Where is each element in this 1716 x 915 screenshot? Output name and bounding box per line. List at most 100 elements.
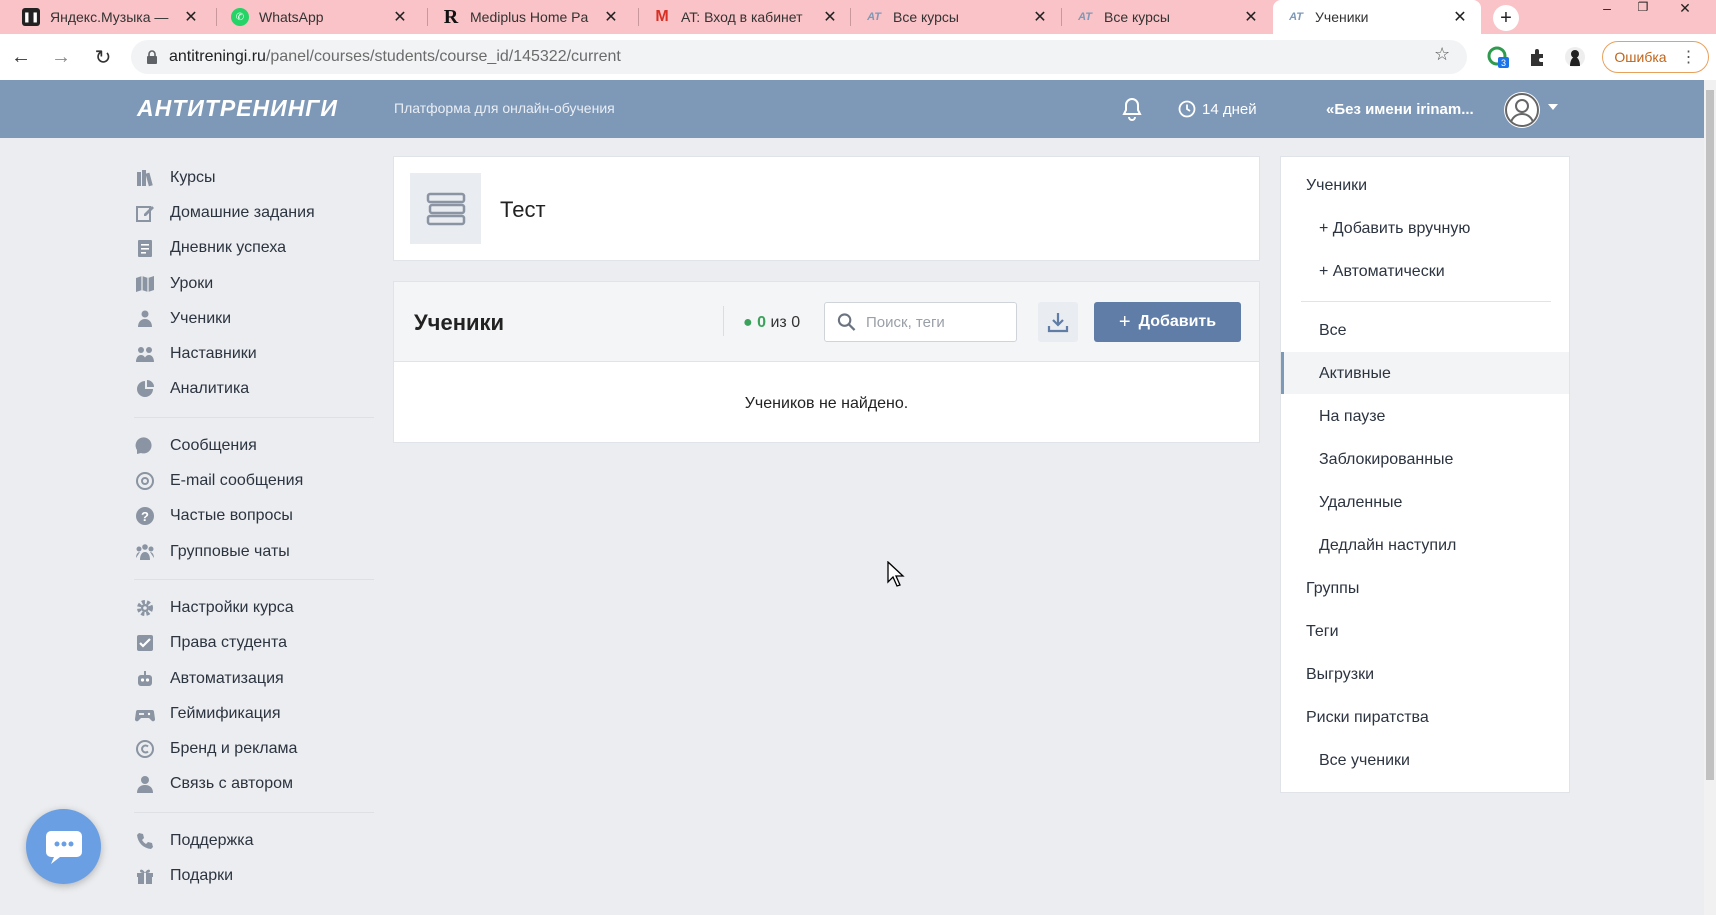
- at-sign-icon: [134, 470, 156, 492]
- sidebar-item-messages[interactable]: Сообщения: [134, 428, 374, 463]
- panel-item-groups[interactable]: Группы: [1306, 580, 1359, 598]
- menu-divider: [134, 417, 374, 419]
- search-input[interactable]: [866, 313, 1016, 331]
- panel-item-all-students[interactable]: Все ученики: [1319, 752, 1410, 770]
- panel-item-exports[interactable]: Выгрузки: [1306, 666, 1374, 684]
- filter-paused[interactable]: На паузе: [1319, 408, 1385, 426]
- filter-deadline[interactable]: Дедлайн наступил: [1319, 537, 1456, 555]
- search-box[interactable]: [824, 302, 1017, 342]
- close-icon[interactable]: ✕: [391, 7, 409, 27]
- sidebar-item-gamification[interactable]: Геймификация: [134, 696, 374, 731]
- restore-icon[interactable]: ❐: [1628, 0, 1658, 16]
- sidebar-item-group-chats[interactable]: Групповые чаты: [134, 534, 374, 569]
- address-bar: ← → ↻ antitreningi.ru/panel/courses/stud…: [0, 34, 1716, 80]
- error-button[interactable]: Ошибка ⋮: [1602, 41, 1709, 73]
- user-name[interactable]: «Без имени irinam...: [1326, 101, 1474, 118]
- page-scrollbar[interactable]: [1704, 80, 1716, 915]
- back-icon[interactable]: ←: [8, 44, 34, 70]
- forward-icon[interactable]: →: [48, 44, 74, 70]
- reload-icon[interactable]: ↻: [90, 44, 116, 70]
- logo[interactable]: АНТИТРЕНИНГИ: [137, 95, 338, 122]
- tab-all-courses-1[interactable]: AT Все курсы ✕: [851, 0, 1061, 34]
- filter-active[interactable]: Активные: [1319, 365, 1391, 383]
- lock-icon: [147, 50, 157, 64]
- close-icon[interactable]: ✕: [1242, 7, 1260, 27]
- sidebar-item-courses[interactable]: Курсы: [134, 160, 374, 195]
- tab-whatsapp[interactable]: ✆ WhatsApp ✕: [217, 0, 421, 34]
- course-image[interactable]: [410, 173, 481, 244]
- tab-all-courses-2[interactable]: AT Все курсы ✕: [1062, 0, 1272, 34]
- panel-item-tags[interactable]: Теги: [1306, 623, 1339, 641]
- panel-item-add-manual[interactable]: + Добавить вручную: [1319, 220, 1470, 238]
- filter-deleted[interactable]: Удаленные: [1319, 494, 1402, 512]
- filter-all[interactable]: Все: [1319, 322, 1347, 340]
- phone-icon: [134, 830, 156, 852]
- chevron-down-icon[interactable]: [1548, 104, 1558, 110]
- extension-badge-icon[interactable]: 3: [1487, 46, 1509, 68]
- avatar[interactable]: [1504, 92, 1540, 128]
- clock-icon: [1178, 100, 1196, 118]
- sidebar-item-automation[interactable]: Автоматизация: [134, 661, 374, 696]
- tagline: Платформа для онлайн-обучения: [394, 100, 615, 116]
- bell-icon[interactable]: [1120, 96, 1144, 122]
- close-icon[interactable]: ✕: [602, 7, 620, 27]
- course-title: Тест: [500, 197, 546, 222]
- tab-yandex-music[interactable]: ❚❚ Яндекс.Музыка — ✕: [8, 0, 212, 34]
- panel-item-add-auto[interactable]: + Автоматически: [1319, 263, 1445, 281]
- add-student-button[interactable]: + Добавить: [1094, 302, 1241, 342]
- menu-divider: [134, 812, 374, 814]
- chat-widget-button[interactable]: [26, 809, 101, 884]
- sidebar-item-course-settings[interactable]: Настройки курса: [134, 590, 374, 625]
- sidebar-item-analytics[interactable]: Аналитика: [134, 372, 374, 407]
- search-icon: [837, 313, 856, 331]
- panel-item-piracy[interactable]: Риски пиратства: [1306, 709, 1429, 727]
- checkbox-icon: [134, 632, 156, 654]
- close-icon[interactable]: ✕: [1451, 7, 1469, 27]
- robot-icon: [134, 668, 156, 690]
- empty-state-text: Учеников не найдено.: [744, 395, 909, 412]
- sidebar-item-support[interactable]: Поддержка: [134, 823, 374, 858]
- students-count: ● 0 из 0: [743, 314, 801, 331]
- copyright-icon: [134, 738, 156, 760]
- minimize-icon[interactable]: –: [1592, 0, 1622, 16]
- close-icon[interactable]: ✕: [182, 7, 200, 27]
- site-header: АНТИТРЕНИНГИ Платформа для онлайн-обучен…: [0, 80, 1704, 138]
- close-icon[interactable]: ✕: [821, 7, 839, 27]
- bookmark-star-icon[interactable]: ☆: [1434, 44, 1450, 65]
- sidebar-item-lessons[interactable]: Уроки: [134, 266, 374, 301]
- menu-dots-icon: ⋮: [1680, 49, 1697, 66]
- pie-chart-icon: [134, 378, 156, 400]
- sidebar-item-gifts[interactable]: Подарки: [134, 858, 374, 893]
- students-title: Ученики: [414, 310, 505, 335]
- profile-icon[interactable]: [1564, 46, 1586, 68]
- sidebar-item-student-rights[interactable]: Права студента: [134, 626, 374, 661]
- scrollbar-thumb[interactable]: [1706, 90, 1714, 780]
- sidebar-item-email[interactable]: E-mail сообщения: [134, 463, 374, 498]
- download-button[interactable]: [1038, 302, 1078, 342]
- filter-blocked[interactable]: Заблокированные: [1319, 451, 1453, 469]
- group-chat-icon: [134, 541, 156, 563]
- puzzle-icon[interactable]: [1527, 46, 1549, 68]
- sidebar-item-students[interactable]: Ученики: [134, 301, 374, 336]
- sidebar-item-faq[interactable]: ? Частые вопросы: [134, 499, 374, 534]
- sidebar-item-mentors[interactable]: Наставники: [134, 336, 374, 371]
- sidebar-item-diary[interactable]: Дневник успеха: [134, 231, 374, 266]
- sidebar-item-homework[interactable]: Домашние задания: [134, 195, 374, 230]
- question-icon: ?: [134, 505, 156, 527]
- sidebar-item-contact-author[interactable]: Связь с автором: [134, 767, 374, 802]
- new-tab-button[interactable]: +: [1493, 5, 1519, 31]
- url-field[interactable]: antitreningi.ru/panel/courses/students/c…: [131, 40, 1467, 74]
- trial-days[interactable]: 14 дней: [1178, 100, 1257, 118]
- sidebar-item-brand[interactable]: Бренд и реклама: [134, 731, 374, 766]
- tab-students[interactable]: AT Ученики ✕: [1273, 0, 1481, 34]
- edit-icon: [134, 202, 156, 224]
- window-close-icon[interactable]: ✕: [1670, 0, 1700, 16]
- books-icon: [134, 167, 156, 189]
- tab-gmail[interactable]: M AT: Вход в кабинет ✕: [639, 0, 851, 34]
- close-icon[interactable]: ✕: [1031, 7, 1049, 27]
- url-text: antitreningi.ru/panel/courses/students/c…: [169, 48, 621, 65]
- tab-mediplus[interactable]: R Mediplus Home Pa ✕: [428, 0, 632, 34]
- course-card: Тест: [393, 156, 1260, 261]
- panel-item-students[interactable]: Ученики: [1306, 177, 1367, 195]
- user-icon: [134, 773, 156, 795]
